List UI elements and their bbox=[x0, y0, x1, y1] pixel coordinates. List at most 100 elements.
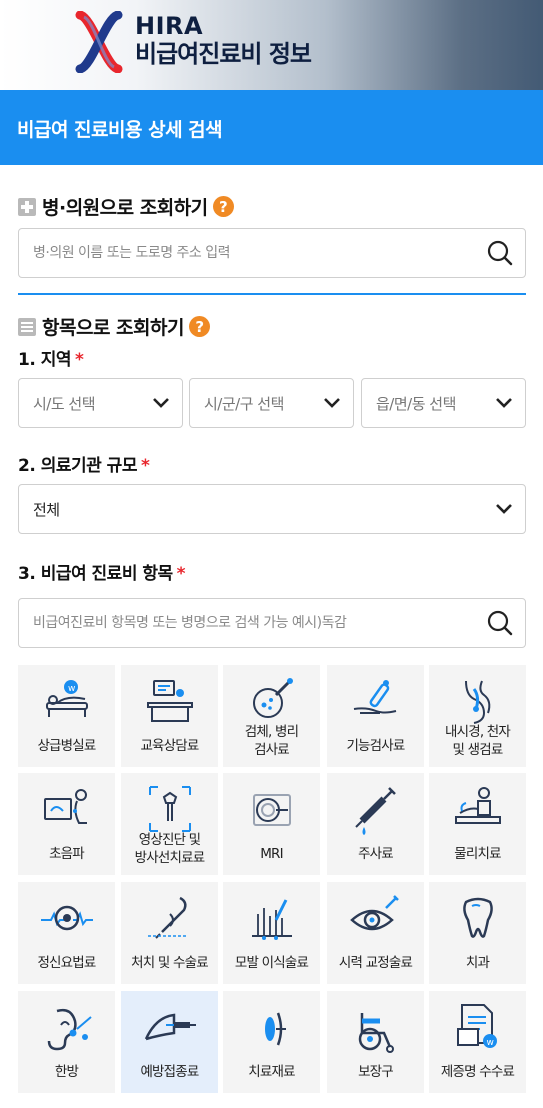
category-label: 예방접종료 bbox=[140, 1064, 199, 1080]
category-tile[interactable]: 주사료 bbox=[327, 773, 424, 875]
category-label: 보장구 bbox=[358, 1064, 394, 1080]
category-label: MRI bbox=[260, 846, 283, 862]
category-tile[interactable]: 치과 bbox=[429, 882, 526, 984]
physical-therapy-icon bbox=[454, 787, 501, 824]
chevron-down-icon bbox=[324, 398, 340, 408]
category-label: 제증명 수수료 bbox=[440, 1064, 515, 1080]
category-label: 검체, 병리 bbox=[244, 724, 299, 740]
mri-icon bbox=[252, 794, 291, 826]
category-tile[interactable]: 기능검사료 bbox=[327, 665, 424, 767]
required-mark: * bbox=[176, 564, 186, 584]
chevron-down-icon bbox=[496, 398, 512, 408]
category-tile[interactable]: 처치 및 수술료 bbox=[121, 882, 218, 984]
vaccination-icon bbox=[144, 1013, 196, 1041]
scale-label-text: 2. 의료기관 규모 bbox=[18, 456, 137, 476]
endoscope-icon bbox=[464, 680, 490, 724]
psychotherapy-icon bbox=[40, 905, 93, 931]
certificate-icon: w bbox=[456, 1004, 497, 1048]
category-tile[interactable]: 예방접종료 bbox=[121, 991, 218, 1093]
category-label: 초음파 bbox=[49, 846, 85, 862]
brand[interactable]: HIRA 비급여진료비 정보 bbox=[135, 12, 312, 69]
counseling-icon bbox=[146, 680, 193, 722]
app-header: HIRA 비급여진료비 정보 bbox=[0, 0, 543, 90]
search-icon[interactable] bbox=[475, 599, 525, 647]
category-tile[interactable]: 시력 교정술료 bbox=[327, 882, 424, 984]
page-banner: 비급여 진료비용 상세 검색 bbox=[0, 90, 543, 165]
eupmyeondong-select-value: 읍/면/동 선택 bbox=[376, 394, 456, 413]
scale-select[interactable]: 전체 bbox=[18, 484, 526, 534]
category-tile[interactable]: 초음파 bbox=[18, 773, 115, 875]
items-label-text: 3. 비급여 진료비 항목 bbox=[18, 564, 173, 584]
category-tile[interactable]: MRI bbox=[223, 773, 320, 875]
category-label: 영상진단 및 bbox=[138, 832, 201, 848]
acupuncture-icon bbox=[47, 1008, 92, 1051]
sigungu-select[interactable]: 시/군/구 선택 bbox=[189, 378, 354, 428]
region-label: 1. 지역 * bbox=[18, 345, 84, 370]
category-tile[interactable]: 검체, 병리검사료 bbox=[223, 665, 320, 767]
item-search-title: 항목으로 조회하기 bbox=[42, 317, 184, 339]
section-divider bbox=[18, 293, 526, 295]
category-label: 시력 교정술료 bbox=[338, 955, 413, 971]
category-label: 한방 bbox=[54, 1064, 79, 1080]
category-tile[interactable]: 한방 bbox=[18, 991, 115, 1093]
chevron-down-icon bbox=[153, 398, 169, 408]
tooth-icon bbox=[462, 897, 493, 938]
sigungu-select-value: 시/군/구 선택 bbox=[204, 394, 284, 413]
svg-text:w: w bbox=[68, 684, 75, 694]
category-tile[interactable]: 정신요법료 bbox=[18, 882, 115, 984]
required-mark: * bbox=[75, 350, 84, 370]
scale-select-value: 전체 bbox=[33, 500, 60, 519]
scale-label: 2. 의료기관 규모 * bbox=[18, 451, 150, 476]
category-label: 처치 및 수술료 bbox=[131, 955, 209, 971]
surgery-icon bbox=[147, 896, 188, 939]
eupmyeondong-select[interactable]: 읍/면/동 선택 bbox=[361, 378, 526, 428]
chevron-down-icon bbox=[496, 504, 512, 514]
category-label: 치료재료 bbox=[248, 1064, 295, 1080]
items-label: 3. 비급여 진료비 항목 * bbox=[18, 559, 186, 584]
category-label-line2: 검사료 bbox=[254, 742, 290, 758]
wheelchair-icon bbox=[358, 1013, 394, 1053]
category-tile[interactable]: 교육상담료 bbox=[121, 665, 218, 767]
brand-en: HIRA bbox=[135, 12, 204, 40]
item-search-heading: 항목으로 조회하기 ? bbox=[18, 313, 210, 340]
vision-correction-icon bbox=[349, 895, 399, 931]
injection-icon bbox=[354, 787, 396, 835]
page-title: 비급여 진료비용 상세 검색 bbox=[17, 119, 223, 141]
category-label: 정신요법료 bbox=[37, 955, 96, 971]
category-tile[interactable]: 영상진단 및방사선치료료 bbox=[121, 773, 218, 875]
brand-ko: 비급여진료비 정보 bbox=[135, 40, 312, 68]
item-search-box bbox=[18, 598, 526, 648]
svg-text:w: w bbox=[486, 1038, 493, 1048]
hospital-bed-icon: w bbox=[45, 680, 88, 717]
hospital-search-title: 병·의원으로 조회하기 bbox=[42, 197, 208, 219]
category-label-line2: 및 생검료 bbox=[452, 742, 504, 758]
hospital-section-icon bbox=[18, 197, 36, 216]
category-tile[interactable]: w 제증명 수수료 bbox=[429, 991, 526, 1093]
category-tile[interactable]: 모발 이식술료 bbox=[223, 882, 320, 984]
category-label: 기능검사료 bbox=[346, 738, 405, 754]
search-icon[interactable] bbox=[475, 229, 525, 277]
sido-select-value: 시/도 선택 bbox=[33, 394, 96, 413]
hospital-search-heading: 병·의원으로 조회하기 ? bbox=[18, 193, 234, 220]
hospital-search-input[interactable] bbox=[33, 245, 475, 261]
function-test-icon bbox=[353, 680, 396, 714]
category-label: 주사료 bbox=[358, 846, 394, 862]
category-tile[interactable]: w 상급병실료 bbox=[18, 665, 115, 767]
region-label-text: 1. 지역 bbox=[18, 350, 72, 370]
hospital-search-box bbox=[18, 228, 526, 278]
item-help-icon[interactable]: ? bbox=[188, 316, 210, 337]
list-section-icon bbox=[18, 317, 36, 336]
sido-select[interactable]: 시/도 선택 bbox=[18, 378, 183, 428]
specimen-test-icon bbox=[252, 678, 293, 718]
category-tile[interactable]: 내시경, 천자및 생검료 bbox=[429, 665, 526, 767]
category-tile[interactable]: 치료재료 bbox=[223, 991, 320, 1093]
category-label: 내시경, 천자 bbox=[444, 724, 511, 740]
ultrasound-icon bbox=[43, 789, 87, 824]
hira-logo-icon bbox=[75, 11, 123, 73]
imaging-icon bbox=[148, 786, 191, 832]
item-search-input[interactable] bbox=[33, 615, 475, 631]
category-tile[interactable]: 물리치료 bbox=[429, 773, 526, 875]
hospital-help-icon[interactable]: ? bbox=[212, 196, 234, 217]
category-label-line2: 방사선치료료 bbox=[134, 850, 206, 866]
category-tile[interactable]: 보장구 bbox=[327, 991, 424, 1093]
